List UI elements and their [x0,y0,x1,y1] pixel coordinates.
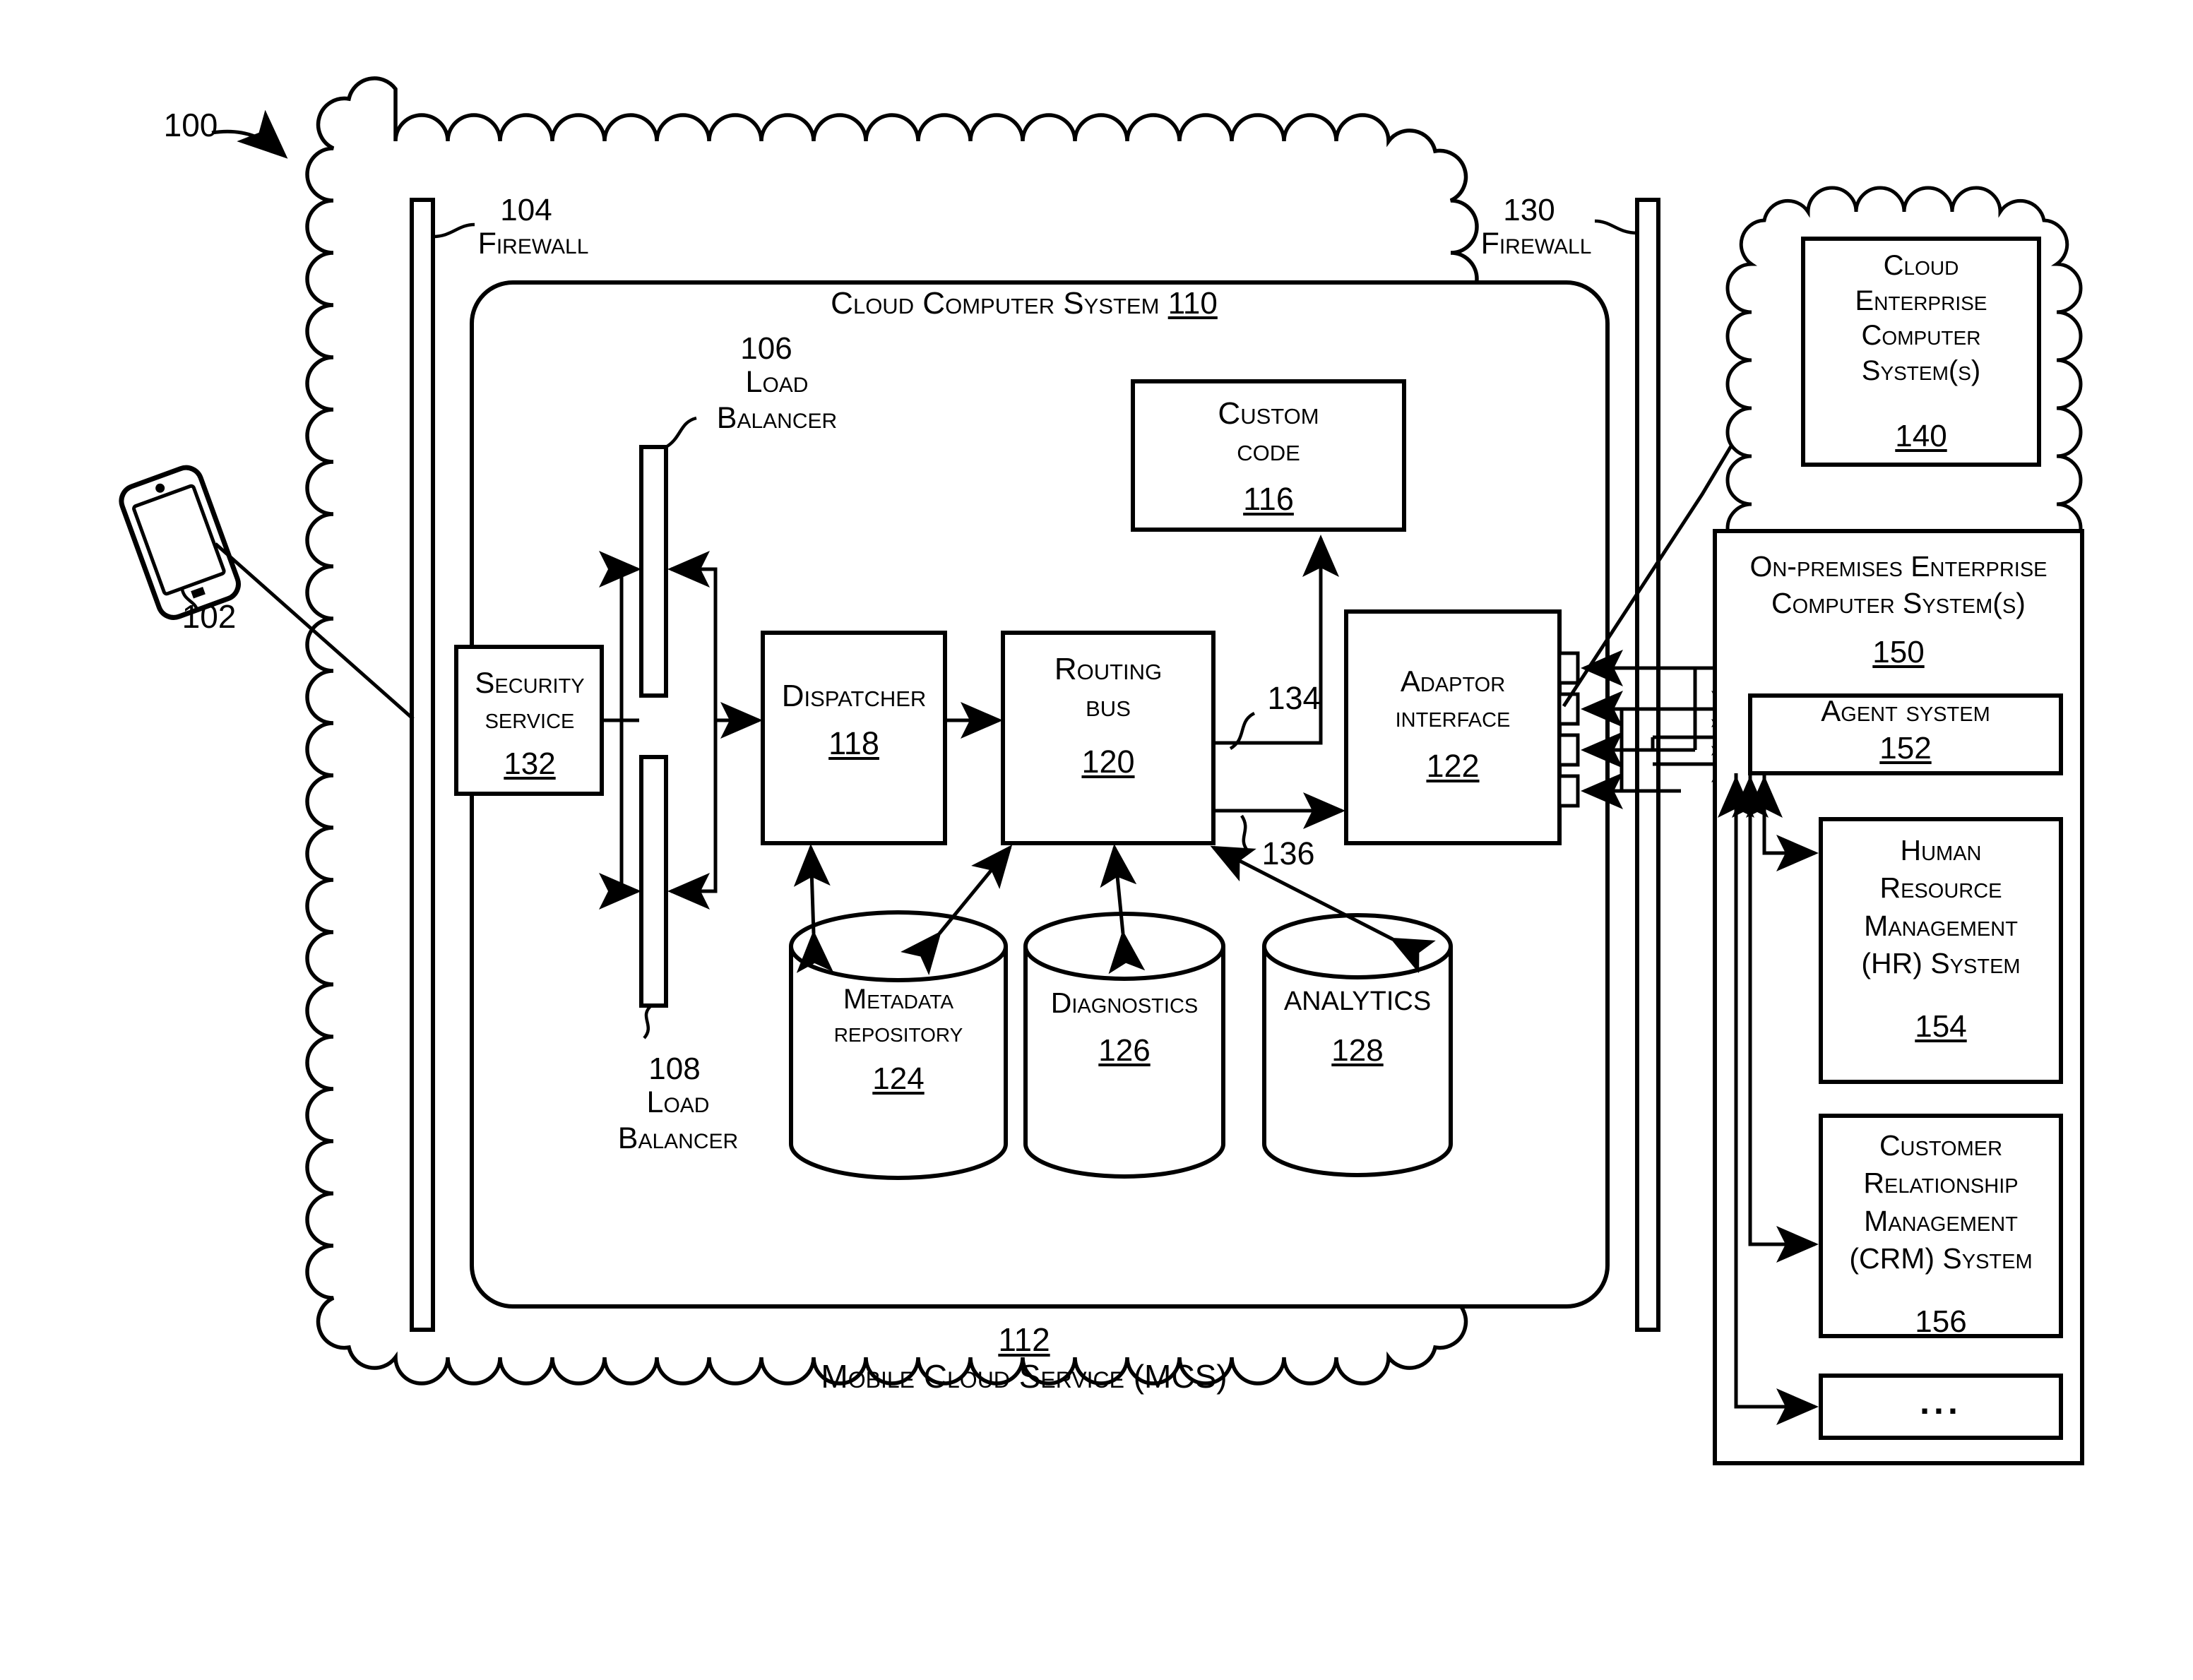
analytics-cylinder [1262,913,1453,1177]
cloud-computer-system-ref: 110 [1167,286,1218,321]
load-balancer-106-bar [639,445,668,698]
hr-system-box [1819,817,2063,1084]
dispatcher-box [761,631,947,845]
more-systems-box [1819,1374,2063,1440]
adaptor-port-3 [1557,733,1580,767]
diagram-canvas [119,76,2084,1465]
cloud-computer-system-title: Cloud Computer System 110 [805,286,1243,321]
agent-system-box [1748,693,2063,775]
security-service-box [454,645,604,796]
cloud-enterprise-box [1801,237,2041,467]
firewall-104-bar [410,198,435,1332]
diagnostics-cylinder [1023,912,1225,1179]
routing-bus-box [1001,631,1216,845]
cloud-computer-system-title-text: Cloud Computer System [831,286,1160,321]
adaptor-port-4 [1557,774,1580,808]
adaptor-port-1 [1557,651,1580,685]
mobile-phone-icon [119,465,241,620]
figure-ref-arrow [211,109,288,159]
crm-system-box [1819,1114,2063,1338]
patent-figure: 100 102 104 Firewall 130 Firewall Cloud … [0,0,2193,1680]
custom-code-box [1131,379,1406,532]
adaptor-interface-box [1344,609,1562,845]
metadata-repository-cylinder [789,910,1008,1180]
firewall-130-leader [1594,219,1638,235]
load-balancer-108-bar [639,755,668,1008]
